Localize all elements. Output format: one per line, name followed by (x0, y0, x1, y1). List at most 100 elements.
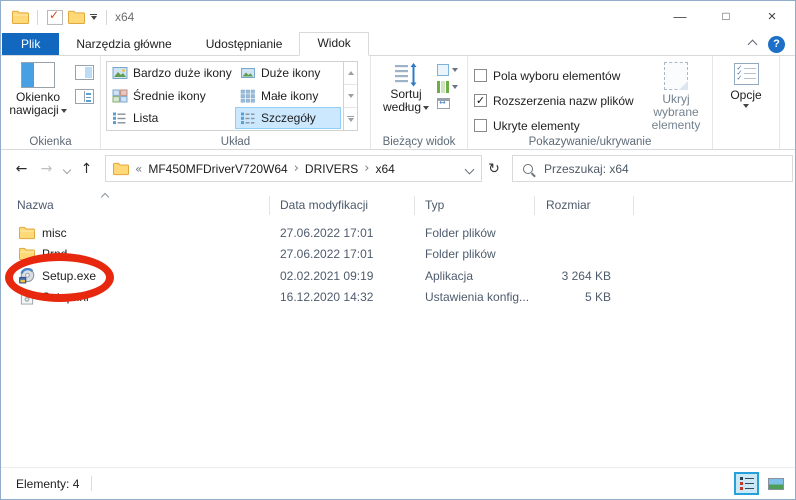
explorer-window: ✓ x64 — □ × Plik Narzędzia główne Udostę… (0, 0, 796, 500)
title-separator (106, 10, 107, 25)
size-columns-button[interactable] (437, 98, 458, 109)
ribbon-group-show-hide: Pola wyboru elementów ✓ Rozszerzenia naz… (468, 56, 713, 149)
column-divider (633, 196, 634, 215)
layout-medium-icons[interactable]: Średnie ikony (108, 86, 234, 106)
column-divider (534, 196, 535, 215)
address-dropdown-icon[interactable] (465, 165, 475, 175)
ribbon: Okienko nawigacji Okienka Bardzo duże ik… (1, 56, 795, 150)
thumbnails-view-button[interactable] (763, 472, 788, 495)
search-icon (523, 164, 533, 174)
file-list: Nazwa Data modyfikacji Typ Rozmiar misc … (2, 188, 794, 467)
ini-file-icon (19, 290, 35, 305)
column-header-type[interactable]: Typ (425, 193, 525, 218)
layout-extra-large-icons[interactable]: Bardzo duże ikony (108, 63, 234, 83)
options-label: Opcje (730, 89, 761, 102)
layout-details[interactable]: Szczegóły (236, 108, 340, 128)
column-header-name[interactable]: Nazwa (17, 193, 262, 218)
tab-file[interactable]: Plik (2, 33, 59, 55)
hide-selected-icon (664, 62, 688, 90)
address-bar[interactable]: « MF450MFDriverV720W64 › DRIVERS › x64 (105, 155, 482, 182)
folder-icon (19, 226, 35, 240)
navigation-pane-label: Okienko nawigacji (9, 90, 60, 117)
qat-separator (37, 10, 38, 25)
help-icon[interactable]: ? (768, 36, 785, 53)
refresh-icon[interactable]: ↻ (482, 161, 506, 177)
installer-icon (19, 268, 35, 284)
column-divider (414, 196, 415, 215)
qat-customize-icon[interactable] (90, 14, 97, 20)
ribbon-filler (780, 56, 795, 149)
options-dropdown-icon (743, 104, 749, 108)
layout-small-icons[interactable]: Małe ikony (236, 86, 340, 106)
window-title: x64 (115, 10, 134, 24)
breadcrumb-overflow[interactable]: « (135, 162, 142, 176)
checkbox-unchecked-icon[interactable] (474, 119, 487, 132)
group-label-current-view: Bieżący widok (371, 136, 467, 148)
item-checkboxes-option[interactable]: Pola wyboru elementów (474, 63, 640, 88)
title-bar: ✓ x64 — □ × (1, 1, 795, 33)
details-view-button[interactable] (734, 472, 759, 495)
checkbox-checked-icon[interactable]: ✓ (474, 94, 487, 107)
gallery-scroll-up-icon[interactable] (344, 62, 357, 85)
breadcrumb-drivers[interactable]: DRIVERS (302, 162, 361, 176)
file-extensions-option[interactable]: ✓ Rozszerzenia nazw plików (474, 88, 640, 113)
add-columns-button[interactable] (437, 81, 458, 93)
close-button[interactable]: × (749, 1, 795, 33)
layout-large-icons[interactable]: Duże ikony (236, 63, 340, 83)
qat-new-folder-icon[interactable] (68, 10, 85, 25)
nav-arrows: ← → ↑ (1, 161, 99, 177)
options-button[interactable]: ✓ ✓ ✓ Opcje (713, 56, 780, 149)
collapse-ribbon-icon[interactable] (748, 40, 758, 50)
details-pane-icon[interactable] (75, 89, 94, 104)
breadcrumb-driver-folder[interactable]: MF450MFDriverV720W64 (145, 162, 290, 176)
up-icon[interactable]: ↑ (74, 161, 99, 177)
tab-home[interactable]: Narzędzia główne (59, 33, 188, 55)
recent-locations-icon[interactable] (59, 161, 74, 177)
sort-by-label: Sortuj według (383, 87, 422, 114)
file-rows: misc 27.06.2022 17:01 Folder plików Prnd… (2, 222, 794, 308)
group-label-layout: Układ (101, 136, 370, 148)
group-label-panes: Okienka (1, 136, 100, 148)
tab-view[interactable]: Widok (299, 32, 368, 56)
options-icon: ✓ ✓ ✓ (734, 63, 759, 85)
details-view-icon (740, 477, 754, 490)
search-box[interactable] (512, 155, 793, 182)
group-by-icon (437, 64, 449, 76)
status-bar: Elementy: 4 (1, 467, 795, 499)
qat-check-icon[interactable]: ✓ (47, 10, 63, 25)
medium-icons-icon (112, 89, 128, 103)
layout-gallery: Bardzo duże ikony Duże ikony Średnie iko… (106, 61, 344, 131)
file-row-misc[interactable]: misc 27.06.2022 17:01 Folder plików (2, 222, 794, 244)
preview-pane-icon[interactable] (75, 65, 94, 80)
hide-selected-label: Ukryj wybrane elementy (640, 93, 712, 132)
column-header-size[interactable]: Rozmiar (546, 193, 621, 218)
sort-by-icon (393, 62, 419, 88)
gallery-more-icon[interactable] (344, 108, 357, 130)
status-separator (91, 476, 92, 491)
hidden-items-option[interactable]: Ukryte elementy (474, 113, 640, 138)
breadcrumb-separator-icon[interactable]: › (364, 161, 369, 176)
checkbox-unchecked-icon[interactable] (474, 69, 487, 82)
minimize-button[interactable]: — (657, 1, 703, 33)
large-icons-icon (240, 66, 256, 80)
back-icon[interactable]: ← (9, 161, 34, 177)
items-count: Elementy: 4 (16, 477, 79, 491)
ribbon-group-panes: Okienko nawigacji Okienka (1, 56, 101, 149)
search-input[interactable] (542, 161, 746, 177)
column-header-date[interactable]: Data modyfikacji (280, 193, 408, 218)
view-toggles (734, 472, 788, 495)
breadcrumb-separator-icon[interactable]: › (294, 161, 299, 176)
column-headers: Nazwa Data modyfikacji Typ Rozmiar (2, 193, 794, 218)
tab-share[interactable]: Udostępnianie (189, 33, 300, 55)
ribbon-corner-controls: ? (749, 36, 785, 53)
breadcrumb-x64[interactable]: x64 (372, 162, 397, 176)
group-label-show-hide: Pokazywanie/ukrywanie (468, 136, 712, 148)
layout-list[interactable]: Lista (108, 108, 234, 128)
group-by-button[interactable] (437, 64, 458, 76)
file-row-prnd[interactable]: Prnd 27.06.2022 17:01 Folder plików (2, 244, 794, 266)
forward-icon[interactable]: → (34, 161, 59, 177)
file-row-setup-ini[interactable]: Setup.ini 16.12.2020 14:32 Ustawienia ko… (2, 287, 794, 309)
file-row-setup-exe[interactable]: Setup.exe 02.02.2021 09:19 Aplikacja 3 2… (2, 265, 794, 287)
maximize-button[interactable]: □ (703, 1, 749, 33)
gallery-scroll-down-icon[interactable] (344, 85, 357, 108)
